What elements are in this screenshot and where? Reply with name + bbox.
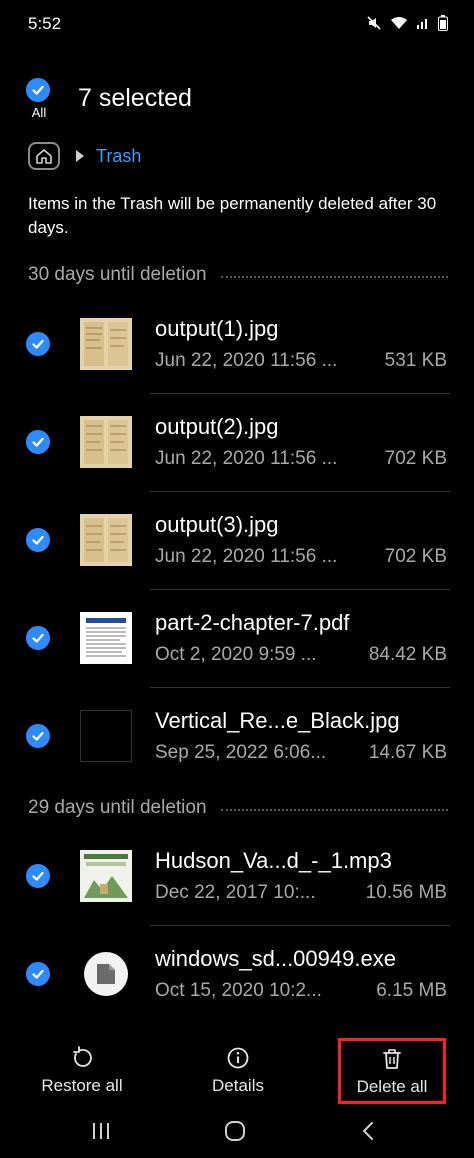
checked-icon[interactable] [26,626,50,650]
home-icon [36,149,52,164]
file-row[interactable]: Vertical_Re...e_Black.jpg Sep 25, 2022 6… [0,688,474,786]
wifi-icon [391,16,407,29]
section-header: 30 days until deletion [28,264,448,286]
details-button[interactable]: Details [168,1038,308,1096]
file-icon [84,952,128,996]
file-size: 531 KB [384,350,447,371]
file-date: Jun 22, 2020 11:56 ... [155,546,338,567]
file-size: 10.56 MB [365,882,447,903]
file-date: Jun 22, 2020 11:56 ... [155,350,338,371]
pdf-page-thumbnail [80,612,132,664]
checked-icon [26,78,50,102]
file-name: Vertical_Re...e_Black.jpg [155,708,400,733]
section-divider [220,276,448,278]
battery-icon [438,15,448,31]
restore-all-button[interactable]: Restore all [12,1038,152,1096]
file-name: windows_sd...00949.exe [155,946,396,971]
bottom-action-bar: Restore all Details Delete all [0,1030,474,1108]
checked-icon[interactable] [26,332,50,356]
delete-all-label: Delete all [356,1077,428,1096]
file-row[interactable]: output(2).jpg Jun 22, 2020 11:56 ... 702… [0,394,474,492]
file-meta: Sep 25, 2022 6:06... 14.67 KB [155,742,447,764]
document-photo-thumbnail [80,514,132,566]
trash-icon [383,1049,401,1069]
document-photo-thumbnail [80,318,132,370]
file-date: Oct 2, 2020 9:59 ... [155,644,317,665]
black-image-thumbnail [80,710,132,762]
breadcrumb-trash[interactable]: Trash [96,146,141,167]
info-icon [227,1047,249,1069]
section-header: 29 days until deletion [28,797,448,819]
checked-icon[interactable] [26,430,50,454]
generic-file-thumbnail [80,948,132,1000]
file-meta: Dec 22, 2017 10:... 10.56 MB [155,882,447,904]
signal-icon [417,19,427,29]
file-name: Hudson_Va...d_-_1.mp3 [155,848,392,873]
checked-icon[interactable] [26,724,50,748]
restore-icon [73,1046,92,1067]
checked-icon[interactable] [26,962,50,986]
details-label: Details [212,1076,264,1095]
file-meta: Jun 22, 2020 11:56 ... 702 KB [155,546,447,568]
file-meta: Oct 15, 2020 10:2... 6.15 MB [155,980,447,1002]
select-all-label: All [31,105,47,120]
selected-count: 7 selected [78,84,192,112]
status-icons [366,15,448,31]
checked-icon[interactable] [26,864,50,888]
delete-all-button[interactable]: Delete all [338,1038,446,1104]
file-size: 14.67 KB [368,742,447,763]
restore-all-label: Restore all [41,1076,123,1095]
file-size: 6.15 MB [376,980,447,1001]
file-row[interactable]: output(1).jpg Jun 22, 2020 11:56 ... 531… [0,296,474,394]
home-button[interactable] [28,142,60,170]
mute-icon [367,16,381,30]
section-divider [220,809,448,811]
file-row[interactable]: windows_sd...00949.exe Oct 15, 2020 10:2… [0,926,474,1024]
file-meta: Oct 2, 2020 9:59 ... 84.42 KB [155,644,447,666]
file-size: 702 KB [384,448,447,469]
document-photo-thumbnail [80,416,132,468]
system-nav-bar [0,1108,474,1158]
file-date: Sep 25, 2022 6:06... [155,742,327,763]
breadcrumb: Trash [28,142,141,170]
file-date: Oct 15, 2020 10:2... [155,980,322,1001]
recent-apps-icon[interactable] [90,1120,112,1142]
file-row[interactable]: Hudson_Va...d_-_1.mp3 Dec 22, 2017 10:..… [0,828,474,926]
file-name: part-2-chapter-7.pdf [155,610,350,635]
status-time: 5:52 [28,14,62,33]
file-name: output(1).jpg [155,316,279,341]
breadcrumb-arrow-icon [76,150,84,162]
file-row[interactable]: output(3).jpg Jun 22, 2020 11:56 ... 702… [0,492,474,590]
file-size: 84.42 KB [368,644,447,665]
select-all-checkbox[interactable]: All [26,78,52,120]
file-meta: Jun 22, 2020 11:56 ... 702 KB [155,448,447,470]
file-size: 702 KB [384,546,447,567]
home-nav-icon[interactable] [224,1120,246,1142]
checked-icon[interactable] [26,528,50,552]
file-name: output(2).jpg [155,414,279,439]
file-meta: Jun 22, 2020 11:56 ... 531 KB [155,350,447,372]
trash-notice: Items in the Trash will be permanently d… [28,194,437,237]
file-name: output(3).jpg [155,512,279,537]
section-title: 29 days until deletion [28,797,207,818]
album-art-thumbnail [80,850,132,902]
section-title: 30 days until deletion [28,264,207,285]
file-row[interactable]: part-2-chapter-7.pdf Oct 2, 2020 9:59 ..… [0,590,474,688]
file-date: Jun 22, 2020 11:56 ... [155,448,338,469]
file-date: Dec 22, 2017 10:... [155,882,316,903]
back-icon[interactable] [358,1120,380,1142]
status-bar: 5:52 [0,0,474,50]
